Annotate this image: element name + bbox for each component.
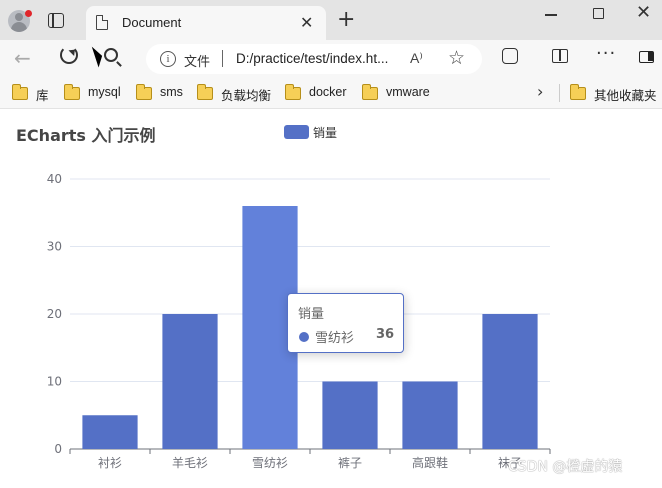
tooltip-series: 销量: [298, 307, 325, 322]
back-icon[interactable]: ←: [14, 46, 31, 70]
split-screen-icon[interactable]: [552, 49, 568, 63]
address-divider: [222, 50, 223, 67]
x-tick-label: 裤子: [338, 456, 362, 470]
bookmark-label: sms: [160, 85, 183, 99]
search-icon[interactable]: [104, 48, 118, 62]
tooltip-marker: [299, 332, 309, 342]
minimize-icon[interactable]: [545, 14, 557, 16]
tooltip-category: 雪纺衫: [315, 331, 355, 346]
bar: [402, 381, 458, 449]
folder-icon: [285, 84, 301, 100]
maximize-icon[interactable]: [593, 8, 604, 19]
tab-title: Document: [122, 15, 182, 30]
document-icon: [96, 15, 108, 30]
browser-tab[interactable]: Document ✕: [86, 6, 326, 40]
navigation-bar: ← i 文件 D:/practice/test/index.ht... A⁾ ☆…: [0, 40, 662, 78]
notification-dot: [25, 10, 32, 17]
bookmark-label: mysql: [88, 85, 121, 99]
y-tick-label: 40: [47, 172, 62, 186]
tab-close-icon[interactable]: ✕: [300, 13, 313, 32]
chart-tooltip: 销量 雪纺衫 36: [287, 293, 404, 353]
favorite-star-icon[interactable]: ☆: [448, 47, 465, 69]
y-tick-label: 20: [47, 307, 62, 321]
address-scheme-label: 文件: [184, 55, 211, 70]
y-tick-label: 10: [47, 375, 62, 389]
bar: [482, 314, 538, 449]
folder-icon: [136, 84, 152, 100]
extensions-icon[interactable]: [502, 48, 518, 64]
folder-icon: [12, 84, 28, 100]
read-aloud-icon[interactable]: A⁾: [410, 50, 423, 67]
folder-icon: [362, 84, 378, 100]
info-icon[interactable]: i: [160, 51, 176, 67]
y-tick-label: 0: [54, 442, 62, 456]
x-tick-label: 高跟鞋: [412, 455, 448, 470]
bookmark-label: docker: [309, 85, 347, 99]
other-bookmarks-label: 其他收藏夹: [594, 89, 657, 103]
bookmarks-divider: [559, 84, 560, 102]
x-tick-label: 羊毛衫: [172, 455, 208, 470]
window-close-icon[interactable]: ✕: [636, 2, 651, 23]
x-tick-label: 衬衫: [98, 456, 122, 470]
tab-strip: Document ✕ + ✕: [0, 0, 662, 40]
bookmark-label: 负载均衡: [221, 89, 272, 103]
bar: [82, 415, 138, 449]
address-url[interactable]: D:/practice/test/index.ht...: [236, 51, 388, 66]
more-icon[interactable]: ···: [596, 43, 616, 64]
page-content: ECharts 入门示例 销量 0 10 20 30 40 衬衫 羊毛衫 雪纺衫 裤子 高跟鞋 袜子…: [0, 108, 662, 488]
bar: [162, 314, 218, 449]
sidebar-icon[interactable]: [639, 51, 654, 63]
address-bar[interactable]: i 文件 D:/practice/test/index.ht... A⁾ ☆: [146, 44, 482, 74]
bookmark-label: vmware: [386, 85, 430, 99]
tab-actions-icon[interactable]: [48, 13, 64, 28]
chevron-right-icon[interactable]: ›: [537, 82, 543, 101]
watermark: CSDN @橙虚的猿: [508, 459, 623, 475]
refresh-icon[interactable]: [60, 46, 78, 64]
folder-icon: [64, 84, 80, 100]
bookmark-label: 库: [36, 89, 49, 103]
folder-icon: [570, 84, 586, 100]
x-tick-label: 雪纺衫: [252, 456, 288, 470]
bookmarks-bar: 库 mysql sms 负载均衡 docker vmware › 其他收藏夹: [0, 78, 662, 108]
tooltip-value: 36: [376, 327, 395, 342]
folder-icon: [197, 84, 213, 100]
new-tab-button[interactable]: +: [337, 9, 355, 31]
y-tick-label: 30: [47, 240, 62, 254]
bar: [322, 381, 378, 449]
